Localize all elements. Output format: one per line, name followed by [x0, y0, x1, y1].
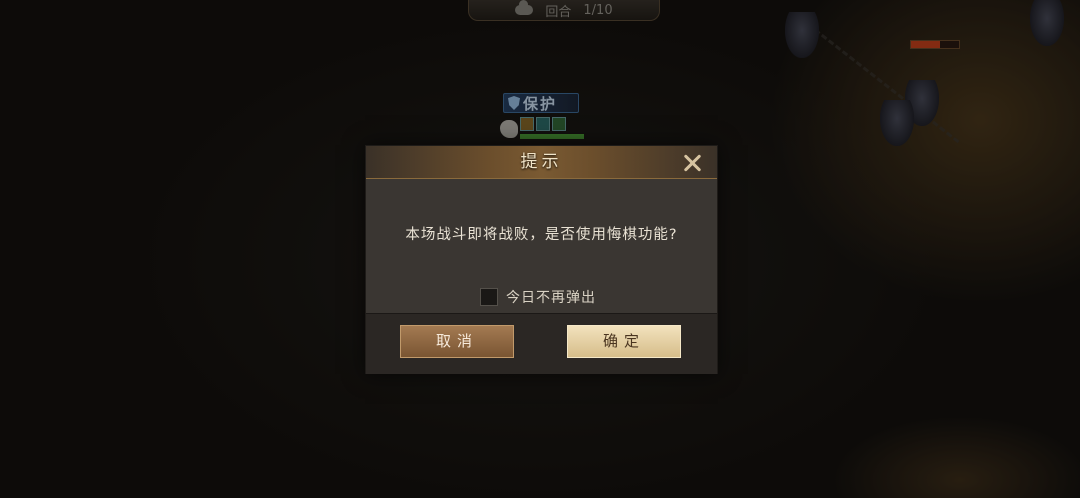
dialog-title: 提示 [520, 152, 563, 172]
cancel-button[interactable]: 取消 [400, 325, 514, 358]
dialog-footer: 取消 确定 [366, 313, 717, 374]
dont-show-today-option[interactable]: 今日不再弹出 [480, 287, 596, 307]
dont-show-checkbox[interactable] [480, 288, 498, 306]
dont-show-label: 今日不再弹出 [506, 290, 596, 306]
prompt-dialog: 提示 本场战斗即将战败，是否使用悔棋功能? 今日不再弹出 取消 确定 [365, 145, 718, 374]
dialog-body: 本场战斗即将战败，是否使用悔棋功能? 今日不再弹出 [366, 179, 717, 313]
close-icon[interactable] [681, 152, 703, 174]
confirm-button[interactable]: 确定 [567, 325, 681, 358]
dialog-message: 本场战斗即将战败，是否使用悔棋功能? [405, 227, 678, 243]
